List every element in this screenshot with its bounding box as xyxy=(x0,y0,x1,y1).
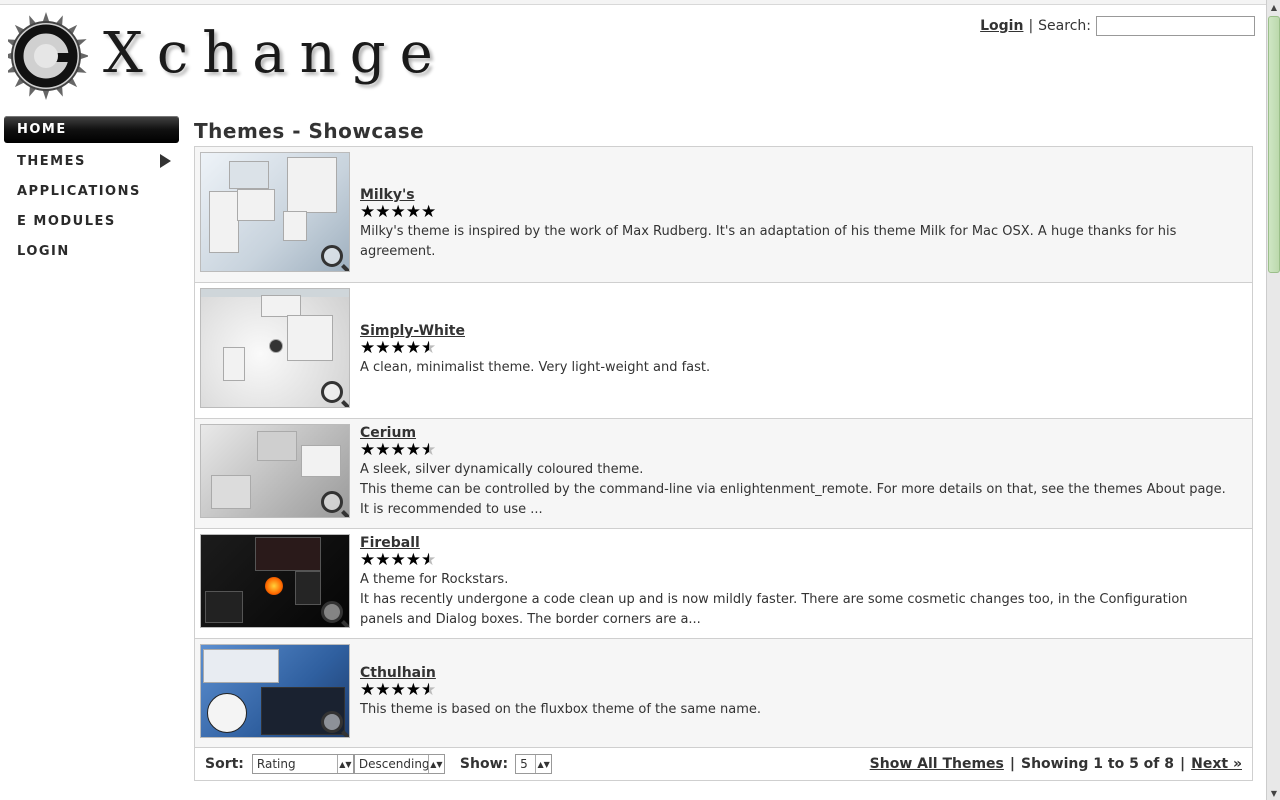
theme-item-milkys: Milky's ★★★★★ Milky's theme is inspired … xyxy=(195,147,1252,283)
sidebar-item-label: APPLICATIONS xyxy=(17,183,141,199)
theme-description: It is recommended to use ... xyxy=(360,502,543,517)
pagination: Show All Themes | Showing 1 to 5 of 8 | … xyxy=(870,756,1242,772)
sidebar-item-label: E MODULES xyxy=(17,213,116,229)
sidebar-nav: HOME THEMES APPLICATIONS E MODULES LOGIN xyxy=(4,116,179,266)
header-bar: Login | Search: xyxy=(980,16,1255,36)
sidebar-item-home[interactable]: HOME xyxy=(4,116,179,143)
sidebar-item-themes[interactable]: THEMES xyxy=(4,146,179,176)
show-count-value: 5 xyxy=(520,757,528,771)
rating-stars: ★★★★★ xyxy=(360,202,437,222)
theme-title-link[interactable]: Milky's xyxy=(360,187,415,203)
theme-thumbnail[interactable] xyxy=(200,644,350,738)
theme-description: This theme can be controlled by the comm… xyxy=(360,482,1226,497)
theme-title-link[interactable]: Simply-White xyxy=(360,323,465,339)
theme-description: Milky's theme is inspired by the work of… xyxy=(360,224,1177,259)
theme-thumbnail[interactable] xyxy=(200,288,350,408)
theme-item-simply-white: Simply-White ★★★★★ A clean, minimalist t… xyxy=(195,283,1252,419)
xchange-logo[interactable]: Xchange xyxy=(8,8,433,102)
sort-field-select[interactable]: Rating ▲▼ xyxy=(251,754,354,774)
scroll-down-icon[interactable]: ▼ xyxy=(1267,786,1280,800)
theme-item-cerium: Cerium ★★★★★ A sleek, silver dynamically… xyxy=(195,419,1252,529)
scroll-up-icon[interactable]: ▲ xyxy=(1267,0,1280,14)
sidebar-item-label: THEMES xyxy=(17,153,86,169)
sort-label: Sort: xyxy=(205,756,244,772)
theme-description: This theme is based on the fluxbox theme… xyxy=(360,702,762,717)
theme-title-link[interactable]: Cthulhain xyxy=(360,665,436,681)
updown-arrow-icon: ▲▼ xyxy=(427,755,444,773)
zoom-icon xyxy=(321,245,343,267)
chevron-right-icon xyxy=(160,154,171,168)
header-separator: | xyxy=(1028,18,1034,34)
sidebar-item-e-modules[interactable]: E MODULES xyxy=(4,206,179,236)
sort-order-select[interactable]: Descending ▲▼ xyxy=(353,754,445,774)
window-top-edge xyxy=(0,0,1266,5)
search-input[interactable] xyxy=(1096,16,1255,36)
sidebar-item-applications[interactable]: APPLICATIONS xyxy=(4,176,179,206)
list-footer: Sort: Rating ▲▼ Descending ▲▼ Show: 5 ▲▼… xyxy=(194,748,1253,781)
theme-description: A theme for Rockstars. xyxy=(360,572,509,587)
sort-field-value: Rating xyxy=(256,757,296,771)
logo-text: Xchange xyxy=(103,21,447,86)
search-label: Search: xyxy=(1038,18,1091,34)
theme-title-link[interactable]: Fireball xyxy=(360,535,420,551)
updown-arrow-icon: ▲▼ xyxy=(336,755,353,773)
zoom-icon xyxy=(321,491,343,513)
zoom-icon xyxy=(321,381,343,403)
rating-stars: ★★★★★ xyxy=(360,338,437,358)
theme-description: It has recently undergone a code clean u… xyxy=(360,592,1188,627)
scrollbar-thumb[interactable] xyxy=(1268,16,1280,273)
main-content: Themes - Showcase Milky's ★★★★★ Milky's … xyxy=(194,118,1253,781)
theme-item-cthulhain: Cthulhain ★★★★★ This theme is based on t… xyxy=(195,639,1252,747)
theme-title-link[interactable]: Cerium xyxy=(360,425,416,441)
page-title: Themes - Showcase xyxy=(194,119,425,143)
show-all-themes-link[interactable]: Show All Themes xyxy=(870,756,1004,772)
theme-list: Milky's ★★★★★ Milky's theme is inspired … xyxy=(194,146,1253,748)
rating-stars: ★★★★★ xyxy=(360,550,437,570)
login-link[interactable]: Login xyxy=(980,18,1023,34)
sidebar-item-label: LOGIN xyxy=(17,243,70,259)
pagination-separator: | xyxy=(1180,756,1186,772)
theme-description: A sleek, silver dynamically coloured the… xyxy=(360,462,644,477)
vertical-scrollbar[interactable]: ▲ ▼ xyxy=(1266,0,1280,800)
zoom-icon xyxy=(321,711,343,733)
show-label: Show: xyxy=(459,756,509,772)
sidebar-item-label: HOME xyxy=(17,122,67,137)
e-gear-icon xyxy=(8,12,88,100)
rating-stars: ★★★★★ xyxy=(360,680,437,700)
updown-arrow-icon: ▲▼ xyxy=(535,755,551,773)
sidebar-item-login[interactable]: LOGIN xyxy=(4,236,179,266)
show-count-select[interactable]: 5 ▲▼ xyxy=(515,754,553,774)
zoom-icon xyxy=(321,601,343,623)
theme-thumbnail[interactable] xyxy=(200,424,350,518)
theme-thumbnail[interactable] xyxy=(200,534,350,628)
next-page-link[interactable]: Next » xyxy=(1191,756,1242,772)
theme-description: A clean, minimalist theme. Very light-we… xyxy=(360,360,711,375)
showing-count: Showing 1 to 5 of 8 xyxy=(1021,756,1175,772)
pagination-separator: | xyxy=(1009,756,1015,772)
rating-stars: ★★★★★ xyxy=(360,440,437,460)
theme-item-fireball: Fireball ★★★★★ A theme for Rockstars. It… xyxy=(195,529,1252,639)
sort-order-value: Descending xyxy=(358,757,430,771)
theme-thumbnail[interactable] xyxy=(200,152,350,272)
